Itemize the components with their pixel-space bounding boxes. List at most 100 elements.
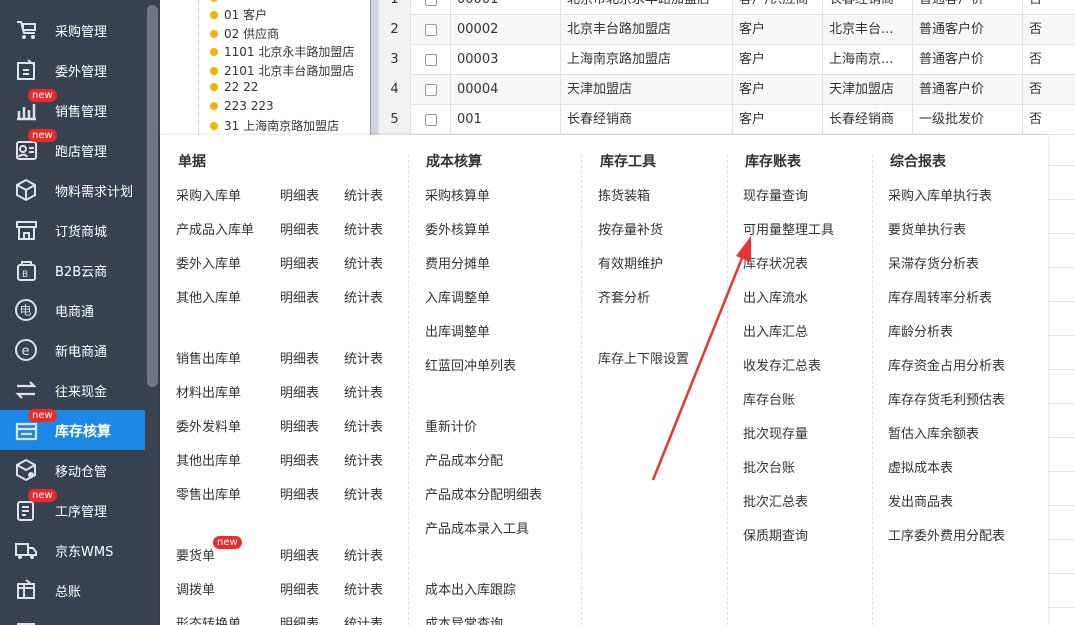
- menu-item-report[interactable]: 暂估入库余额表: [888, 423, 979, 442]
- table-row[interactable]: 1 00001北京市北京永丰路加盟店客户/供应商长春经销商普通客户价否: [378, 0, 1075, 15]
- menu-item-doc[interactable]: 调拨单: [176, 579, 215, 598]
- menu-item-detail[interactable]: 明细表: [280, 253, 319, 272]
- menu-item-cost[interactable]: 成本异常查询: [425, 613, 503, 625]
- row-checkbox[interactable]: [425, 114, 437, 126]
- row-checkbox-cell[interactable]: [410, 0, 450, 15]
- menu-item-detail[interactable]: 明细表: [280, 613, 319, 625]
- sidebar-item-15[interactable]: 总账: [0, 570, 145, 610]
- menu-item-cost[interactable]: 红蓝回冲单列表: [425, 355, 516, 374]
- row-checkbox-cell[interactable]: [410, 45, 450, 75]
- menu-item-doc[interactable]: 采购入库单: [176, 185, 241, 204]
- menu-item-detail[interactable]: 明细表: [280, 545, 319, 564]
- menu-item-cost[interactable]: 产品成本分配明细表: [425, 484, 542, 503]
- menu-item-ledger[interactable]: 库存台账: [743, 389, 795, 408]
- menu-item-doc[interactable]: 材料出库单: [176, 382, 241, 401]
- tree-node[interactable]: 01 客户: [210, 6, 267, 23]
- tree-node[interactable]: 2101 北京丰台路加盟店: [210, 62, 354, 79]
- row-checkbox[interactable]: [425, 84, 437, 96]
- menu-item-tool[interactable]: 按存量补货: [598, 219, 663, 238]
- menu-item-tool[interactable]: 齐套分析: [598, 287, 650, 306]
- menu-item-tool[interactable]: 拣货装箱: [598, 185, 650, 204]
- tree-node-partial[interactable]: [210, 0, 224, 5]
- sidebar-item-7[interactable]: B B2B云商: [0, 250, 145, 290]
- row-checkbox-cell[interactable]: [410, 75, 450, 105]
- tree-node[interactable]: 223 223: [210, 99, 274, 113]
- sidebar-item-4[interactable]: 跑店管理 new: [0, 129, 145, 170]
- menu-item-doc[interactable]: 销售出库单: [176, 348, 241, 367]
- table-row[interactable]: 4 00004 天津加盟店 客户 天津加盟店 普通客户价否: [378, 75, 1075, 105]
- sidebar-item-5[interactable]: 物料需求计划: [0, 170, 145, 210]
- menu-item-cost[interactable]: 重新计价: [425, 416, 477, 435]
- menu-item-report[interactable]: 发出商品表: [888, 491, 953, 510]
- row-checkbox-cell[interactable]: [410, 15, 450, 45]
- menu-item-ledger[interactable]: 出入库汇总: [743, 321, 808, 340]
- menu-item-tool[interactable]: 有效期维护: [598, 253, 663, 272]
- menu-item-stat[interactable]: 统计表: [344, 253, 383, 272]
- menu-item-report[interactable]: 虚拟成本表: [888, 457, 953, 476]
- menu-item-cost[interactable]: 产品成本分配: [425, 450, 503, 469]
- menu-item-detail[interactable]: 明细表: [280, 579, 319, 598]
- menu-item-doc[interactable]: 要货单: [176, 545, 215, 564]
- menu-item-ledger[interactable]: 可用量整理工具: [743, 219, 834, 238]
- menu-item-cost[interactable]: 采购核算单: [425, 185, 490, 204]
- sidebar-item-14[interactable]: 京东WMS: [0, 530, 145, 570]
- tree-node[interactable]: 1101 北京永丰路加盟店: [210, 43, 354, 60]
- tree-splitter[interactable]: [370, 0, 378, 135]
- menu-item-ledger[interactable]: 批次台账: [743, 457, 795, 476]
- menu-item-detail[interactable]: 明细表: [280, 416, 319, 435]
- menu-item-stat[interactable]: 统计表: [344, 484, 383, 503]
- menu-item-stat[interactable]: 统计表: [344, 545, 383, 564]
- menu-item-ledger[interactable]: 库存状况表: [743, 253, 808, 272]
- row-checkbox[interactable]: [425, 54, 437, 66]
- menu-item-detail[interactable]: 明细表: [280, 484, 319, 503]
- sidebar-item-11[interactable]: 库存核算 new: [0, 409, 145, 450]
- menu-item-doc[interactable]: 其他入库单: [176, 287, 241, 306]
- sidebar-item-3[interactable]: 销售管理 new: [0, 89, 145, 130]
- menu-item-doc[interactable]: 形态转换单: [176, 613, 241, 625]
- menu-item-report[interactable]: 库存周转率分析表: [888, 287, 992, 306]
- menu-item-stat[interactable]: 统计表: [344, 382, 383, 401]
- menu-item-stat[interactable]: 统计表: [344, 287, 383, 306]
- menu-item-detail[interactable]: 明细表: [280, 287, 319, 306]
- menu-item-ledger[interactable]: 出入库流水: [743, 287, 808, 306]
- menu-item-doc[interactable]: 其他出库单: [176, 450, 241, 469]
- menu-item-report[interactable]: 库龄分析表: [888, 321, 953, 340]
- menu-item-cost[interactable]: 出库调整单: [425, 321, 490, 340]
- sidebar-item-8[interactable]: 电 电商通: [0, 290, 145, 330]
- menu-item-stat[interactable]: 统计表: [344, 348, 383, 367]
- tree-node[interactable]: 31 上海南京路加盟店: [210, 117, 339, 134]
- menu-item-detail[interactable]: 明细表: [280, 219, 319, 238]
- menu-item-ledger[interactable]: 现存量查询: [743, 185, 808, 204]
- menu-item-cost[interactable]: 费用分摊单: [425, 253, 490, 272]
- row-checkbox[interactable]: [425, 24, 437, 36]
- menu-item-ledger[interactable]: 批次汇总表: [743, 491, 808, 510]
- menu-item-report[interactable]: 库存存货毛利预估表: [888, 389, 1005, 408]
- menu-item-report[interactable]: 要货单执行表: [888, 219, 966, 238]
- table-row[interactable]: 5 001 长春经销商 客户 长春经销商 一级批发价否: [378, 105, 1075, 135]
- sidebar-item-6[interactable]: 订货商城: [0, 210, 145, 250]
- menu-item-doc[interactable]: 零售出库单: [176, 484, 241, 503]
- menu-item-report[interactable]: 工序委外费用分配表: [888, 525, 1005, 544]
- menu-item-cost[interactable]: 产品成本录入工具: [425, 518, 529, 537]
- menu-item-stat[interactable]: 统计表: [344, 416, 383, 435]
- menu-item-stat[interactable]: 统计表: [344, 185, 383, 204]
- menu-item-stat[interactable]: 统计表: [344, 613, 383, 625]
- menu-item-cost[interactable]: 入库调整单: [425, 287, 490, 306]
- menu-item-cost[interactable]: 委外核算单: [425, 219, 490, 238]
- menu-item-stat[interactable]: 统计表: [344, 579, 383, 598]
- menu-item-tool[interactable]: 库存上下限设置: [598, 348, 689, 367]
- menu-item-doc[interactable]: 委外入库单: [176, 253, 241, 272]
- row-checkbox-cell[interactable]: [410, 105, 450, 135]
- tree-node[interactable]: 22 22: [210, 80, 258, 94]
- sidebar-item-13[interactable]: 工序管理 new: [0, 489, 145, 530]
- sidebar-scrollbar-thumb[interactable]: [147, 5, 158, 387]
- table-row[interactable]: 3 00003 上海南京路加盟店 客户 上海南京... 普通客户价否: [378, 45, 1075, 75]
- menu-item-stat[interactable]: 统计表: [344, 450, 383, 469]
- sidebar-item-1[interactable]: 采购管理: [0, 10, 145, 50]
- menu-item-stat[interactable]: 统计表: [344, 219, 383, 238]
- sidebar-item-12[interactable]: 移动仓管: [0, 450, 145, 490]
- menu-item-report[interactable]: 采购入库单执行表: [888, 185, 992, 204]
- menu-item-doc[interactable]: 委外发料单: [176, 416, 241, 435]
- menu-item-doc[interactable]: 产成品入库单: [176, 219, 254, 238]
- table-row[interactable]: 2 00002 北京丰台路加盟店 客户 北京丰台... 普通客户价否: [378, 15, 1075, 45]
